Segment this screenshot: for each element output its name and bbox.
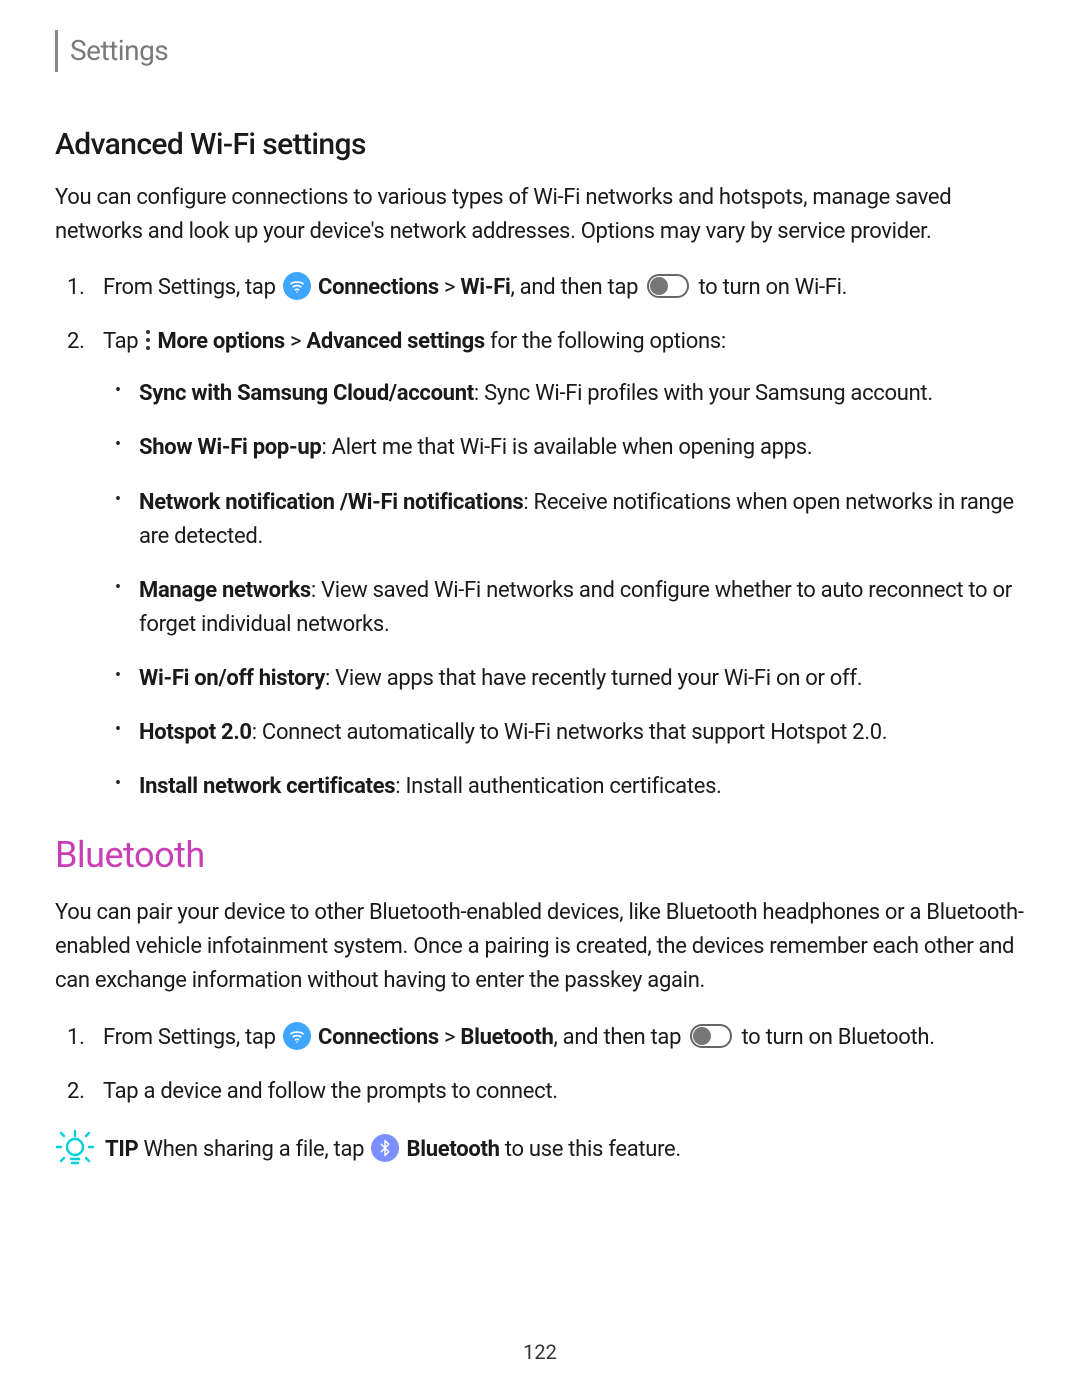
bullet-history-bold: Wi-Fi on/off history bbox=[139, 666, 325, 691]
tip-content: TIP When sharing a file, tap Bluetooth t… bbox=[105, 1133, 681, 1167]
tip-label: TIP bbox=[105, 1137, 138, 1162]
step1-connections: Connections bbox=[318, 275, 439, 300]
bt-step1-sep: > bbox=[439, 1025, 461, 1050]
section1-step-1: From Settings, tap Connections > Wi-Fi, … bbox=[103, 271, 1025, 305]
bullet-popup-bold: Show Wi-Fi pop-up bbox=[139, 435, 321, 460]
section2-step-1: From Settings, tap Connections > Bluetoo… bbox=[103, 1021, 1025, 1055]
tip-text-c: to use this feature. bbox=[500, 1137, 681, 1162]
bt-step1-bluetooth: Bluetooth bbox=[460, 1025, 553, 1050]
bullet-history: Wi-Fi on/off history: View apps that hav… bbox=[139, 662, 1025, 696]
bt-step1-text-a: From Settings, tap bbox=[103, 1025, 281, 1050]
lightbulb-icon bbox=[55, 1129, 95, 1169]
bullet-manage: Manage networks: View saved Wi-Fi networ… bbox=[139, 574, 1025, 642]
page-header-tab: Settings bbox=[55, 30, 1025, 72]
section2-steps: From Settings, tap Connections > Bluetoo… bbox=[103, 1021, 1025, 1109]
step1-sep: > bbox=[439, 275, 461, 300]
section1-steps: From Settings, tap Connections > Wi-Fi, … bbox=[103, 271, 1025, 804]
bullet-manage-bold: Manage networks bbox=[139, 578, 311, 603]
toggle-icon bbox=[690, 1024, 732, 1048]
bullet-hotspot: Hotspot 2.0: Connect automatically to Wi… bbox=[139, 716, 1025, 750]
tip-text-a: When sharing a file, tap bbox=[138, 1137, 369, 1162]
bullet-cert-bold: Install network certificates bbox=[139, 774, 395, 799]
bullet-popup-rest: : Alert me that Wi-Fi is available when … bbox=[321, 435, 812, 460]
bullet-history-rest: : View apps that have recently turned yo… bbox=[325, 666, 862, 691]
step2-text-a: Tap bbox=[103, 329, 144, 354]
step2-text-e: for the following options: bbox=[485, 329, 726, 354]
wifi-icon bbox=[283, 272, 311, 300]
bullet-hotspot-rest: : Connect automatically to Wi-Fi network… bbox=[252, 720, 888, 745]
step1-wifi: Wi-Fi bbox=[460, 275, 510, 300]
step1-text-a: From Settings, tap bbox=[103, 275, 281, 300]
section1-sublist: Sync with Samsung Cloud/account: Sync Wi… bbox=[139, 377, 1025, 804]
bluetooth-icon bbox=[371, 1134, 399, 1162]
bt-step1-text-e: , and then tap bbox=[553, 1025, 686, 1050]
section1-step-2: Tap More options > Advanced settings for… bbox=[103, 325, 1025, 804]
step2-more-options: More options bbox=[158, 329, 285, 354]
tip-row: TIP When sharing a file, tap Bluetooth t… bbox=[55, 1133, 1025, 1169]
bullet-sync-bold: Sync with Samsung Cloud/account bbox=[139, 381, 474, 406]
bullet-popup: Show Wi-Fi pop-up: Alert me that Wi-Fi i… bbox=[139, 431, 1025, 465]
bullet-hotspot-bold: Hotspot 2.0 bbox=[139, 720, 252, 745]
bullet-cert-rest: : Install authentication certificates. bbox=[395, 774, 721, 799]
header-tab-text: Settings bbox=[70, 34, 168, 67]
step2-adv-settings: Advanced settings bbox=[306, 329, 484, 354]
section-title-advanced-wifi: Advanced Wi-Fi settings bbox=[55, 122, 1025, 167]
more-options-icon bbox=[146, 330, 152, 350]
section-title-bluetooth: Bluetooth bbox=[55, 828, 1025, 882]
bt-step2-text: Tap a device and follow the prompts to c… bbox=[103, 1079, 558, 1104]
section2-intro: You can pair your device to other Blueto… bbox=[55, 896, 1025, 998]
wifi-icon bbox=[283, 1022, 311, 1050]
tip-bluetooth: Bluetooth bbox=[407, 1137, 500, 1162]
section1-intro: You can configure connections to various… bbox=[55, 181, 1025, 249]
bt-step1-connections: Connections bbox=[318, 1025, 439, 1050]
section2-step-2: Tap a device and follow the prompts to c… bbox=[103, 1075, 1025, 1109]
step1-text-e: , and then tap bbox=[511, 275, 644, 300]
bullet-notif-bold: Network notification /Wi-Fi notification… bbox=[139, 490, 523, 515]
page-number: 122 bbox=[0, 1337, 1080, 1367]
bt-step1-text-f: to turn on Bluetooth. bbox=[736, 1025, 934, 1050]
bullet-cert: Install network certificates: Install au… bbox=[139, 770, 1025, 804]
toggle-icon bbox=[647, 274, 689, 298]
step2-sep: > bbox=[285, 329, 307, 354]
bullet-sync-rest: : Sync Wi-Fi profiles with your Samsung … bbox=[474, 381, 933, 406]
bullet-notif: Network notification /Wi-Fi notification… bbox=[139, 486, 1025, 554]
bullet-sync: Sync with Samsung Cloud/account: Sync Wi… bbox=[139, 377, 1025, 411]
step1-text-f: to turn on Wi-Fi. bbox=[693, 275, 847, 300]
